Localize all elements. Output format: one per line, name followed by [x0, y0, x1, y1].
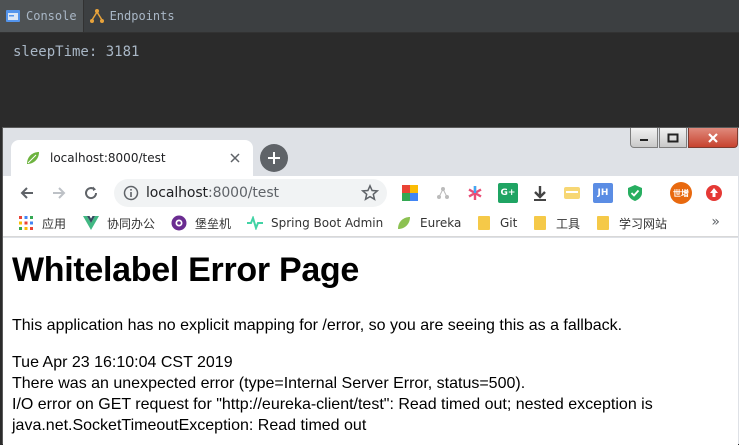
page-title: Whitelabel Error Page	[12, 251, 360, 289]
close-icon	[230, 153, 240, 163]
tab-console-label: Console	[26, 9, 77, 23]
bookmark-bastion[interactable]: 堡垒机	[171, 214, 231, 232]
back-button[interactable]	[15, 181, 39, 205]
ext-network-icon[interactable]	[433, 183, 453, 203]
bookmark-folder-git[interactable]: Git	[476, 214, 517, 232]
bookmarks-more-button[interactable]: »	[711, 214, 720, 230]
ide-console-panel: Console Endpoints sleepTime: 3181	[0, 0, 739, 128]
ext-card-icon[interactable]	[562, 183, 582, 203]
endpoints-icon	[88, 7, 106, 25]
bookmark-apps[interactable]: 应用	[18, 214, 66, 232]
reload-button[interactable]	[79, 181, 103, 205]
spring-leaf-icon	[396, 215, 412, 231]
url-text[interactable]: localhost:8000/test	[146, 185, 279, 201]
bookmark-star-icon[interactable]	[361, 184, 379, 202]
maximize-icon	[667, 133, 679, 142]
bookmark-label: 应用	[42, 216, 67, 231]
tab-close-button[interactable]	[227, 150, 243, 166]
url-host: localhost	[146, 185, 208, 201]
console-icon	[4, 7, 22, 25]
page-content: Whitelabel Error Page This application h…	[3, 238, 738, 445]
plus-icon	[268, 152, 280, 164]
folder-icon	[476, 215, 492, 231]
close-icon	[708, 132, 718, 143]
minimize-button[interactable]	[630, 128, 658, 148]
browser-toolbar: localhost:8000/test G+ JH 世增	[3, 176, 738, 209]
ext-asterisk-icon[interactable]	[465, 183, 485, 203]
ext-gplus-icon[interactable]: G+	[498, 183, 518, 203]
bookmark-cooperative-office[interactable]: 协同办公	[83, 214, 155, 232]
bookmark-label: Eureka	[420, 216, 462, 230]
new-tab-button[interactable]	[260, 144, 288, 172]
address-bar[interactable]: localhost:8000/test	[114, 179, 387, 207]
bastion-icon	[171, 215, 187, 231]
error-timestamp: Tue Apr 23 16:10:04 CST 2019	[12, 354, 233, 371]
window-controls	[629, 128, 738, 148]
browser-titlebar: localhost:8000/test	[3, 128, 738, 176]
info-icon	[123, 185, 139, 201]
error-intro: This application has no explicit mapping…	[12, 317, 623, 334]
vue-logo-icon	[83, 215, 99, 231]
bookmark-label: 堡垒机	[195, 216, 232, 231]
error-detail-line2: java.net.SocketTimeoutException: Read ti…	[12, 417, 367, 434]
tab-endpoints-label: Endpoints	[109, 9, 175, 23]
bookmark-label: Git	[500, 216, 518, 230]
bookmark-label: 工具	[556, 216, 581, 231]
apps-grid-icon	[18, 215, 34, 231]
folder-icon	[532, 215, 548, 231]
shield-icon[interactable]	[625, 183, 645, 203]
ide-tool-tabs: Console Endpoints	[0, 0, 739, 33]
url-path: :8000/test	[207, 185, 279, 201]
error-summary: There was an unexpected error (type=Inte…	[12, 375, 526, 392]
spring-leaf-icon	[27, 152, 39, 164]
pulse-icon	[247, 215, 263, 231]
ext-jh-icon[interactable]: JH	[593, 183, 613, 203]
bookmark-spring-boot-admin[interactable]: Spring Boot Admin	[247, 214, 383, 232]
close-window-button[interactable]	[688, 128, 738, 148]
bookmarks-bar: 应用 协同办公 堡垒机 Spring Boot Admin Eureka Git…	[3, 209, 738, 237]
error-detail-line1: I/O error on GET request for "http://eur…	[12, 396, 653, 413]
tab-console[interactable]: Console	[0, 0, 83, 32]
ext-upload-icon[interactable]	[704, 183, 724, 203]
tab-endpoints[interactable]: Endpoints	[82, 0, 181, 32]
bookmark-folder-learning[interactable]: 学习网站	[595, 214, 667, 232]
console-output: sleepTime: 3181	[13, 44, 140, 60]
ext-colorful-icon[interactable]	[400, 183, 420, 203]
tab-title: localhost:8000/test	[50, 151, 166, 165]
browser-window: localhost:8000/test localhost:8000/test	[2, 127, 739, 445]
bookmark-label: 协同办公	[107, 216, 156, 231]
browser-tab-active[interactable]: localhost:8000/test	[11, 140, 253, 176]
arrow-right-icon	[53, 187, 66, 199]
arrow-left-icon	[20, 187, 33, 199]
bookmark-label: Spring Boot Admin	[271, 216, 384, 230]
ext-profile-avatar[interactable]: 世增	[670, 182, 692, 204]
folder-icon	[595, 215, 611, 231]
maximize-button[interactable]	[659, 128, 687, 148]
bookmark-label: 学习网站	[619, 216, 668, 231]
minimize-icon	[640, 138, 648, 141]
bookmark-eureka[interactable]: Eureka	[396, 214, 461, 232]
reload-icon	[85, 186, 98, 200]
download-icon[interactable]	[530, 183, 550, 203]
forward-button[interactable]	[47, 181, 71, 205]
bookmark-folder-tools[interactable]: 工具	[532, 214, 580, 232]
